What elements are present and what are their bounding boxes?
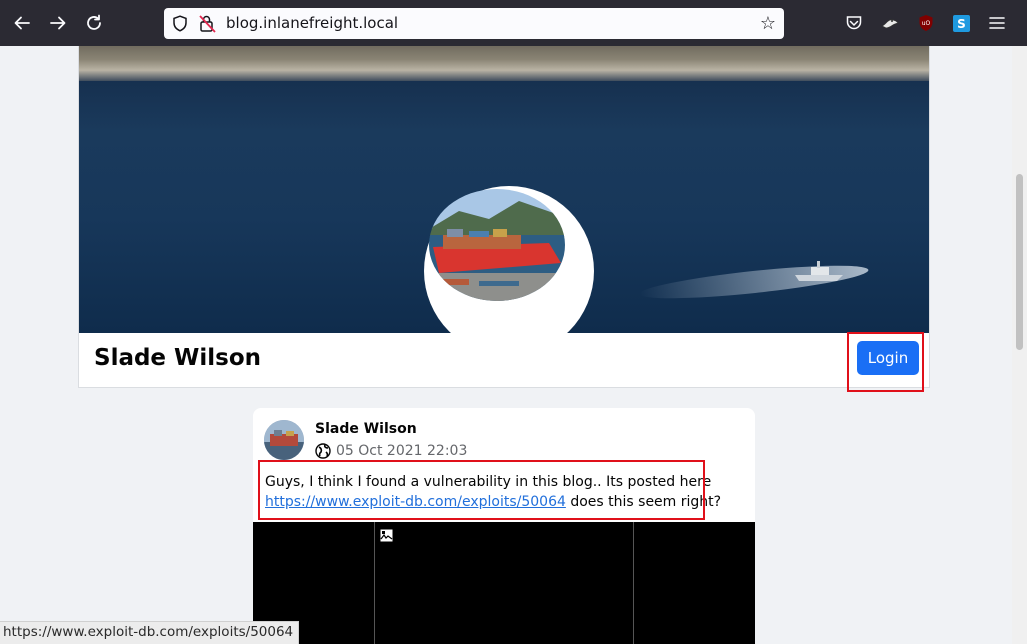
media-divider — [374, 522, 375, 644]
profile-avatar — [429, 189, 565, 301]
globe-icon — [315, 443, 331, 459]
page-scrollbar[interactable] — [1012, 46, 1027, 644]
back-icon[interactable] — [8, 9, 36, 37]
url-bar[interactable]: blog.inlanefreight.local ☆ — [164, 8, 784, 39]
post-meta: 05 Oct 2021 22:03 — [315, 443, 467, 459]
browser-toolbar: blog.inlanefreight.local ☆ uO S — [0, 0, 1027, 46]
ublock-icon[interactable]: uO — [916, 13, 936, 33]
highlight-box-post — [258, 460, 705, 520]
post-author-name[interactable]: Slade Wilson — [315, 421, 417, 437]
media-divider — [633, 522, 634, 644]
scrollbar-thumb[interactable] — [1016, 174, 1023, 350]
highlight-box-login — [847, 332, 924, 392]
coastline-strip — [79, 46, 929, 81]
menu-icon[interactable] — [987, 13, 1007, 33]
star-icon[interactable]: ☆ — [760, 13, 776, 34]
post-timestamp: 05 Oct 2021 22:03 — [336, 443, 468, 459]
post-card: Slade Wilson 05 Oct 2021 22:03 Guys, I t… — [253, 408, 755, 644]
profile-header-card: Slade Wilson Login — [78, 46, 930, 388]
lock-warning-icon[interactable] — [198, 14, 216, 37]
boat-image — [795, 261, 843, 281]
shield-icon[interactable] — [172, 15, 188, 36]
status-bar-url: https://www.exploit-db.com/exploits/5006… — [0, 621, 300, 644]
reload-icon[interactable] — [80, 9, 108, 37]
svg-text:uO: uO — [922, 20, 931, 27]
url-text[interactable]: blog.inlanefreight.local — [226, 14, 398, 32]
profile-name: Slade Wilson — [94, 345, 262, 371]
page-viewport: Slade Wilson Login Slade Wilson 05 Oct 2… — [0, 46, 1012, 644]
s-extension-icon[interactable]: S — [951, 13, 971, 33]
broken-image-icon — [380, 529, 393, 542]
post-media[interactable] — [253, 522, 755, 644]
forward-icon[interactable] — [44, 9, 72, 37]
post-author-avatar[interactable] — [264, 420, 304, 460]
svg-text:S: S — [957, 17, 966, 31]
extension-icon[interactable] — [880, 13, 900, 33]
pocket-icon[interactable] — [844, 13, 864, 33]
